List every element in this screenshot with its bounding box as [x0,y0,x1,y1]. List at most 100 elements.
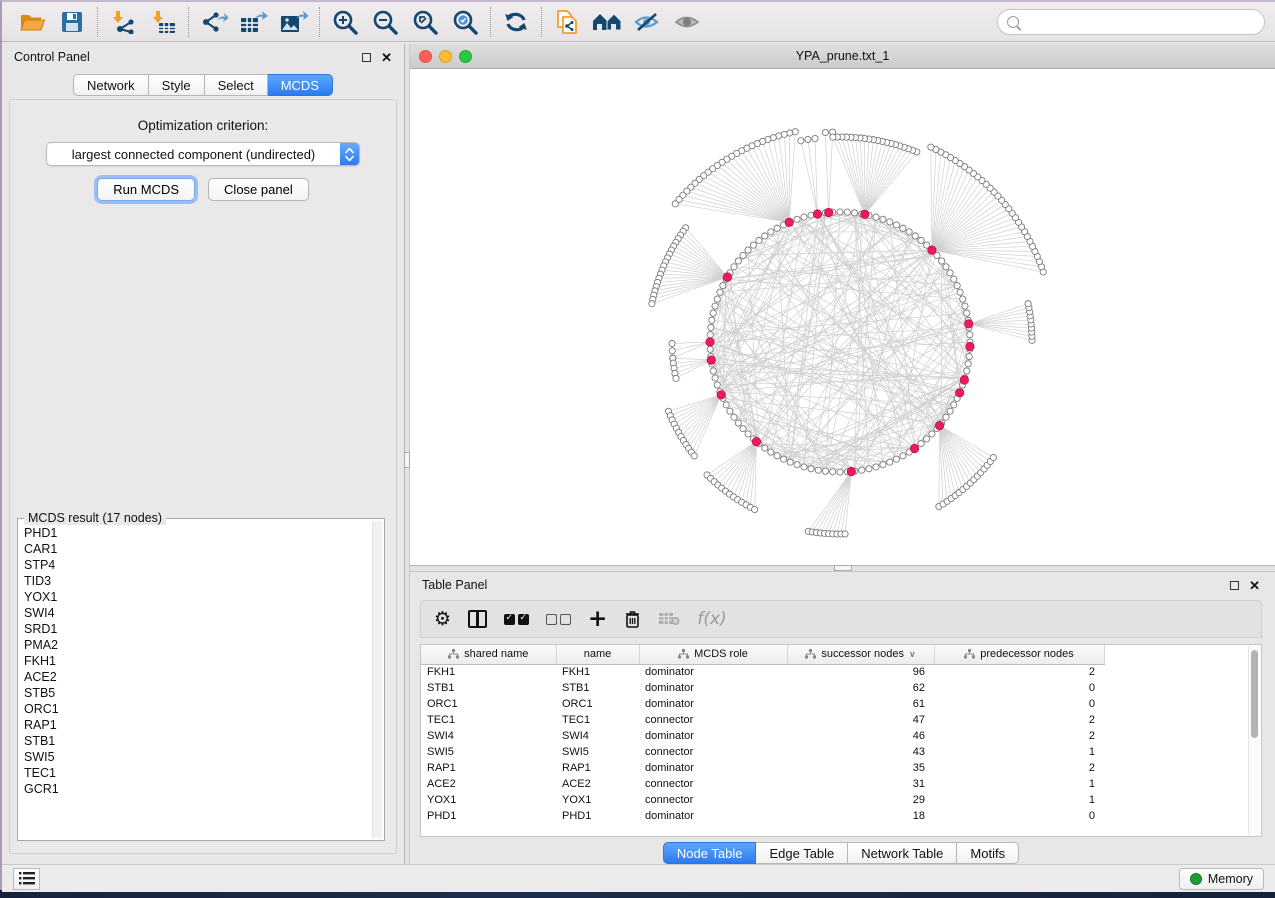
tab-style[interactable]: Style [149,74,205,96]
mcds-result-item[interactable]: SWI5 [24,749,367,765]
table-cell[interactable]: dominator [639,808,787,824]
table-row[interactable]: PHD1PHD1dominator180 [421,808,1104,824]
column-header-shared-name[interactable]: shared name [421,645,556,664]
float-panel-icon[interactable] [1230,581,1239,590]
network-titlebar[interactable]: YPA_prune.txt_1 [410,44,1275,69]
table-row[interactable]: STB1STB1dominator620 [421,680,1104,696]
mcds-result-item[interactable]: YOX1 [24,589,367,605]
save-session-button[interactable] [52,5,92,39]
zoom-in-button[interactable] [325,5,365,39]
float-panel-icon[interactable] [362,53,371,62]
network-canvas[interactable] [410,69,1275,565]
zoom-out-button[interactable] [365,5,405,39]
table-cell[interactable]: PHD1 [421,808,556,824]
maximize-window-icon[interactable] [459,50,472,63]
table-row[interactable]: ORC1ORC1dominator610 [421,696,1104,712]
column-header-mcds-role[interactable]: MCDS role [639,645,787,664]
minimize-window-icon[interactable] [439,50,452,63]
network-graph[interactable] [410,69,1275,565]
first-neighbors-button[interactable] [587,5,627,39]
table-cell[interactable]: FKH1 [556,664,639,680]
table-cell[interactable]: STB1 [556,680,639,696]
table-cell[interactable]: ORC1 [556,696,639,712]
tab-mcds[interactable]: MCDS [268,74,333,96]
tab-select[interactable]: Select [205,74,268,96]
table-cell[interactable]: dominator [639,728,787,744]
zoom-selected-button[interactable] [445,5,485,39]
clone-network-button[interactable] [547,5,587,39]
table-cell[interactable]: dominator [639,760,787,776]
table-cell[interactable]: connector [639,744,787,760]
mcds-result-item[interactable]: PMA2 [24,637,367,653]
mcds-result-item[interactable]: RAP1 [24,717,367,733]
table-settings-gear-icon[interactable]: ⚙ [434,608,451,630]
mcds-result-item[interactable]: ACE2 [24,669,367,685]
table-cell[interactable]: 2 [934,760,1104,776]
column-header-name[interactable]: name [556,645,639,664]
table-cell[interactable]: ACE2 [421,776,556,792]
table-cell[interactable]: 29 [787,792,934,808]
delete-column-icon[interactable] [624,609,641,629]
table-row[interactable]: TEC1TEC1connector472 [421,712,1104,728]
table-cell[interactable]: 0 [934,680,1104,696]
table-cell[interactable]: 1 [934,776,1104,792]
table-cell[interactable]: 1 [934,744,1104,760]
table-cell[interactable]: YOX1 [421,792,556,808]
import-table-button[interactable] [143,5,183,39]
mcds-result-item[interactable]: FKH1 [24,653,367,669]
memory-button[interactable]: Memory [1179,868,1264,890]
close-panel-icon[interactable]: ✕ [381,51,392,64]
mcds-result-item[interactable]: PHD1 [24,525,367,541]
table-cell[interactable]: YOX1 [556,792,639,808]
tab-motifs[interactable]: Motifs [957,842,1019,864]
table-cell[interactable]: 1 [934,792,1104,808]
table-cell[interactable]: dominator [639,680,787,696]
mcds-result-item[interactable]: TEC1 [24,765,367,781]
import-network-button[interactable] [103,5,143,39]
splitter-grip[interactable] [834,565,852,571]
mcds-result-item[interactable]: SWI4 [24,605,367,621]
tab-network-table[interactable]: Network Table [848,842,957,864]
table-row[interactable]: FKH1FKH1dominator962 [421,664,1104,680]
mcds-result-list[interactable]: PHD1CAR1STP4TID3YOX1SWI4SRD1PMA2FKH1ACE2… [20,521,371,838]
hide-selected-button[interactable] [627,5,667,39]
export-image-button[interactable] [274,5,314,39]
table-cell[interactable]: STB1 [421,680,556,696]
table-cell[interactable]: SWI5 [556,744,639,760]
close-panel-icon[interactable]: ✕ [1249,579,1260,592]
close-panel-button[interactable]: Close panel [208,178,309,201]
tab-edge-table[interactable]: Edge Table [756,842,848,864]
table-row[interactable]: ACE2ACE2connector311 [421,776,1104,792]
mcds-result-item[interactable]: TID3 [24,573,367,589]
table-cell[interactable]: 18 [787,808,934,824]
mcds-result-item[interactable]: CAR1 [24,541,367,557]
export-network-button[interactable] [194,5,234,39]
table-cell[interactable]: 61 [787,696,934,712]
show-all-button[interactable] [667,5,707,39]
mcds-result-item[interactable]: SRD1 [24,621,367,637]
scrollbar-thumb[interactable] [1251,650,1258,738]
close-window-icon[interactable] [419,50,432,63]
zoom-fit-button[interactable] [405,5,445,39]
table-cell[interactable]: 31 [787,776,934,792]
table-cell[interactable]: connector [639,776,787,792]
tab-network[interactable]: Network [73,74,149,96]
table-cell[interactable]: connector [639,712,787,728]
table-cell[interactable]: 43 [787,744,934,760]
table-cell[interactable]: 62 [787,680,934,696]
mcds-result-item[interactable]: STB5 [24,685,367,701]
table-cell[interactable]: 46 [787,728,934,744]
open-session-button[interactable] [12,5,52,39]
select-all-rows-icon[interactable] [504,614,529,625]
column-header-predecessor-nodes[interactable]: predecessor nodes [934,645,1104,664]
table-cell[interactable]: TEC1 [556,712,639,728]
table-row[interactable]: RAP1RAP1dominator352 [421,760,1104,776]
table-scrollbar[interactable] [1248,646,1260,835]
criterion-dropdown[interactable]: largest connected component (undirected) [46,142,360,166]
mcds-result-item[interactable]: STP4 [24,557,367,573]
table-cell[interactable]: PHD1 [556,808,639,824]
table-row[interactable]: YOX1YOX1connector291 [421,792,1104,808]
table-cell[interactable]: 96 [787,664,934,680]
table-cell[interactable]: RAP1 [421,760,556,776]
search-input[interactable] [1025,15,1255,29]
